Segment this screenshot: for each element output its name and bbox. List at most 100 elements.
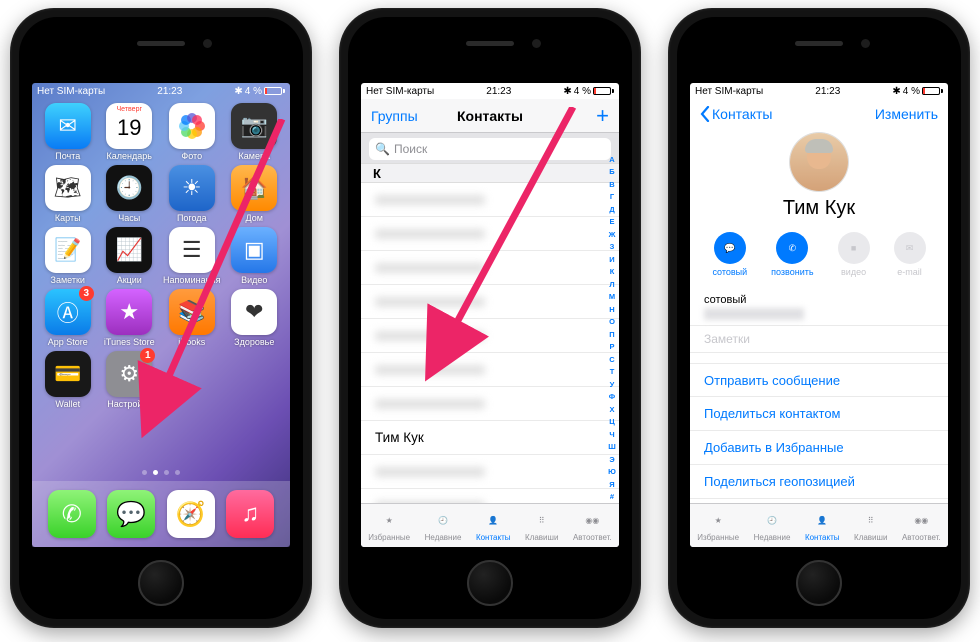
page-indicator[interactable] (32, 470, 290, 475)
photo-icon (169, 103, 215, 149)
remind-icon: ☰ (169, 227, 215, 273)
app-video[interactable]: ▣Видео (226, 227, 282, 285)
app-label: Погода (177, 213, 207, 223)
clock-label: 21:23 (157, 86, 182, 97)
tab-2[interactable]: 👤Контакты (805, 510, 840, 542)
tab-1[interactable]: 🕘Недавние (754, 510, 791, 542)
tab-4[interactable]: ◉◉Автоответ. (573, 510, 612, 542)
action-msg[interactable]: 💬сотовый (712, 232, 747, 277)
app-clock[interactable]: 🕘Часы (102, 165, 158, 223)
ibooks-icon: 📚 (169, 289, 215, 335)
home-icon: 🏠 (231, 165, 277, 211)
contact-row[interactable] (361, 455, 619, 489)
contact-row[interactable] (361, 251, 619, 285)
app-itunes[interactable]: ★iTunes Store (102, 289, 158, 347)
status-bar: Нет SIM-карты 21:23 ✱4 % (32, 83, 290, 99)
home-button[interactable] (796, 560, 842, 606)
dock-app-msg[interactable]: 💬 (107, 490, 155, 538)
dock-app-music[interactable]: ♫ (226, 490, 274, 538)
app-photo[interactable]: Фото (163, 103, 220, 161)
add-contact-button[interactable]: + (596, 105, 609, 127)
section-header: К (361, 163, 619, 183)
tab-icon: ⠿ (531, 510, 553, 532)
app-wallet[interactable]: 💳Wallet (40, 351, 96, 409)
phone-contacts-list: Нет SIM-карты 21:23 ✱4 % Группы Контакты… (339, 8, 641, 628)
contact-row[interactable] (361, 353, 619, 387)
tab-icon: 🕘 (432, 510, 454, 532)
contact-row[interactable]: Тим Кук (361, 421, 619, 455)
action-vid: ■видео (838, 232, 870, 277)
tab-icon: 👤 (811, 510, 833, 532)
tab-3[interactable]: ⠿Клавиши (854, 510, 887, 542)
app-settings[interactable]: ⚙︎1 Настройки (102, 351, 158, 409)
contact-row[interactable] (361, 183, 619, 217)
dock-app-safari[interactable]: 🧭 (167, 490, 215, 538)
app-remind[interactable]: ☰ Напоминания (163, 227, 220, 285)
app-label: Настройки (107, 399, 151, 409)
msg-icon: 💬 (714, 232, 746, 264)
search-icon: 🔍 (375, 142, 390, 156)
tab-2[interactable]: 👤Контакты (476, 510, 511, 542)
app-home[interactable]: 🏠Дом (226, 165, 282, 223)
contact-name: Тим Кук (690, 197, 948, 220)
phone-field[interactable]: сотовый (690, 289, 948, 326)
contact-row[interactable] (361, 387, 619, 421)
app-label: Заметки (51, 275, 85, 285)
app-ibooks[interactable]: 📚 iBooks (163, 289, 220, 347)
badge: 1 (140, 348, 155, 363)
tab-3[interactable]: ⠿Клавиши (525, 510, 558, 542)
app-maps[interactable]: 🗺 Карты (40, 165, 96, 223)
maps-icon: 🗺 (45, 165, 91, 211)
action-row-3[interactable]: Поделиться геопозицией (690, 465, 948, 499)
app-label: iBooks (178, 337, 205, 347)
badge: 3 (79, 286, 94, 301)
tab-0[interactable]: ★Избранные (697, 510, 739, 542)
wallet-icon: 💳 (45, 351, 91, 397)
tab-icon: 🕘 (761, 510, 783, 532)
home-button[interactable] (467, 560, 513, 606)
groups-button[interactable]: Группы (371, 108, 418, 124)
contact-row[interactable] (361, 285, 619, 319)
back-button[interactable]: Контакты (700, 106, 772, 122)
app-label: Напоминания (163, 275, 220, 285)
app-mail[interactable]: ✉︎Почта (40, 103, 96, 161)
nav-bar: Группы Контакты + (361, 99, 619, 133)
contacts-screen: Нет SIM-карты 21:23 ✱4 % Группы Контакты… (361, 83, 619, 547)
app-label: Акции (117, 275, 142, 285)
tab-icon: 👤 (482, 510, 504, 532)
dock-app-phone[interactable]: ✆ (48, 490, 96, 538)
tab-4[interactable]: ◉◉Автоответ. (902, 510, 941, 542)
home-button[interactable] (138, 560, 184, 606)
contact-detail-screen: Нет SIM-карты 21:23 ✱4 % Контакты Измени… (690, 83, 948, 547)
app-label: Здоровье (234, 337, 274, 347)
settings-icon: ⚙︎1 (106, 351, 152, 397)
contact-row[interactable] (361, 217, 619, 251)
contacts-list[interactable]: Тим Кук (361, 183, 619, 525)
edit-button[interactable]: Изменить (875, 106, 938, 122)
app-notes[interactable]: 📝 Заметки (40, 227, 96, 285)
action-call[interactable]: ✆позвонить (771, 232, 813, 277)
tab-0[interactable]: ★Избранные (368, 510, 410, 542)
action-row-1[interactable]: Поделиться контактом (690, 397, 948, 431)
app-label: Видео (241, 275, 267, 285)
carrier-label: Нет SIM-карты (37, 86, 105, 97)
app-cal[interactable]: Четверг19Календарь (102, 103, 158, 161)
contact-row[interactable] (361, 319, 619, 353)
action-row-0[interactable]: Отправить сообщение (690, 363, 948, 397)
cam-icon: 📷 (231, 103, 277, 149)
contact-avatar[interactable] (790, 133, 848, 191)
app-stock[interactable]: 📈Акции (102, 227, 158, 285)
notes-field[interactable]: Заметки (690, 326, 948, 353)
app-appstore[interactable]: Ⓐ3App Store (40, 289, 96, 347)
notes-icon: 📝 (45, 227, 91, 273)
app-label: Карты (55, 213, 81, 223)
index-bar[interactable]: АБВГДЕЖЗИКЛМНОПРСТУФXЦЧШЭЮЯ# (606, 153, 618, 503)
tab-1[interactable]: 🕘Недавние (425, 510, 462, 542)
search-bar[interactable]: 🔍Поиск (361, 133, 619, 163)
app-label: Почта (55, 151, 80, 161)
action-row-2[interactable]: Добавить в Избранные (690, 431, 948, 465)
call-icon: ✆ (776, 232, 808, 264)
app-health[interactable]: ❤︎Здоровье (226, 289, 282, 347)
app-weather[interactable]: ☀︎Погода (163, 165, 220, 223)
app-cam[interactable]: 📷Камера (226, 103, 282, 161)
